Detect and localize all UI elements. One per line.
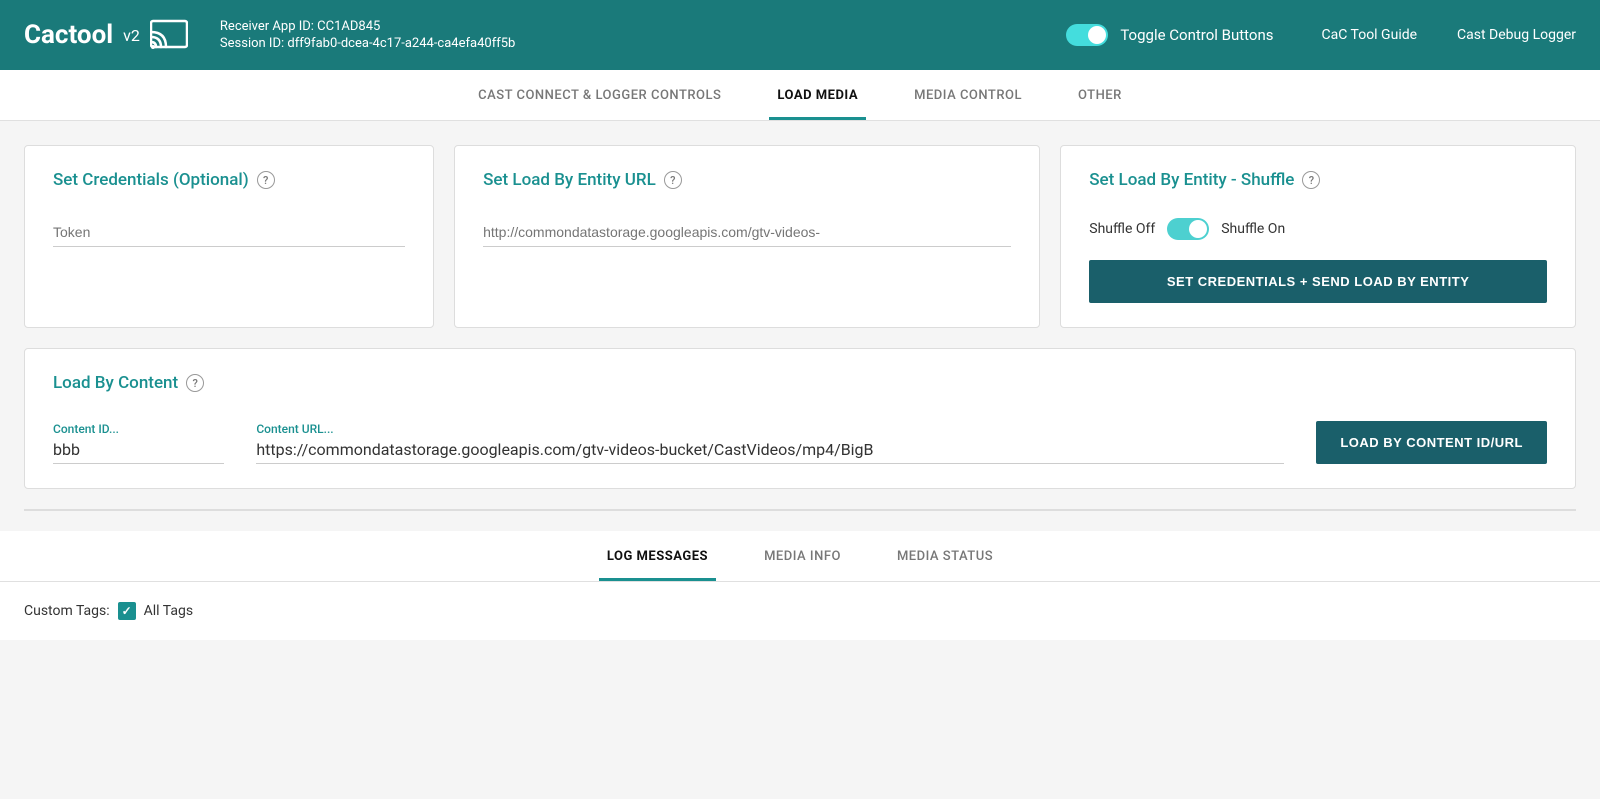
content-url-group: Content URL... https://commondatastorage… (256, 422, 1284, 464)
section-divider (24, 509, 1576, 511)
cast-icon (150, 19, 188, 51)
main-tabs: CAST CONNECT & LOGGER CONTROLS LOAD MEDI… (0, 70, 1600, 121)
cast-debug-logger-link[interactable]: Cast Debug Logger (1457, 27, 1576, 43)
custom-tags-label: Custom Tags: (24, 603, 110, 619)
load-content-help-icon[interactable]: ? (186, 374, 204, 392)
shuffle-on-label: Shuffle On (1221, 221, 1285, 237)
tab-media-control[interactable]: MEDIA CONTROL (906, 70, 1030, 120)
main-content: Set Credentials (Optional) ? Set Load By… (0, 121, 1600, 664)
credentials-title: Set Credentials (Optional) ? (53, 170, 405, 190)
toggle-control-buttons[interactable] (1066, 24, 1108, 46)
tab-cast-connect[interactable]: CAST CONNECT & LOGGER CONTROLS (470, 70, 729, 120)
shuffle-help-icon[interactable]: ? (1302, 171, 1320, 189)
load-content-title: Load By Content ? (53, 373, 1547, 393)
shuffle-title: Set Load By Entity - Shuffle ? (1089, 170, 1547, 190)
card-credentials: Set Credentials (Optional) ? (24, 145, 434, 328)
card-shuffle: Set Load By Entity - Shuffle ? Shuffle O… (1060, 145, 1576, 328)
all-tags-label: All Tags (144, 603, 193, 619)
toggle-area: Toggle Control Buttons (1066, 24, 1273, 46)
tab-log-messages[interactable]: LOG MESSAGES (599, 531, 716, 581)
header-info: Receiver App ID: CC1AD845 Session ID: df… (220, 19, 1066, 51)
token-input[interactable] (53, 218, 405, 247)
cac-tool-guide-link[interactable]: CaC Tool Guide (1322, 27, 1418, 43)
content-url-label: Content URL... (256, 422, 1284, 436)
header-nav: CaC Tool Guide Cast Debug Logger (1322, 27, 1577, 43)
entity-url-help-icon[interactable]: ? (664, 171, 682, 189)
tab-load-media[interactable]: LOAD MEDIA (769, 70, 866, 120)
app-header: Cactool v2 Receiver App ID: CC1AD845 Ses… (0, 0, 1600, 70)
load-content-fields: Content ID... bbb Content URL... https:/… (53, 421, 1547, 464)
entity-url-input[interactable] (483, 218, 1011, 247)
session-id: Session ID: dff9fab0-dcea-4c17-a244-ca4e… (220, 36, 1066, 51)
load-by-content-button[interactable]: LOAD BY CONTENT ID/URL (1316, 421, 1547, 464)
card-load-content: Load By Content ? Content ID... bbb Cont… (24, 348, 1576, 489)
logo-version: v2 (123, 26, 140, 45)
tab-other[interactable]: OTHER (1070, 70, 1130, 120)
entity-url-title: Set Load By Entity URL ? (483, 170, 1011, 190)
shuffle-toggle[interactable] (1167, 218, 1209, 240)
bottom-tabs: LOG MESSAGES MEDIA INFO MEDIA STATUS (0, 531, 1600, 582)
shuffle-toggle-row: Shuffle Off Shuffle On (1089, 218, 1547, 240)
toggle-label: Toggle Control Buttons (1120, 26, 1273, 44)
custom-tags-row: Custom Tags: All Tags (24, 602, 1576, 620)
all-tags-checkbox[interactable] (118, 602, 136, 620)
shuffle-off-label: Shuffle Off (1089, 221, 1155, 237)
content-url-value[interactable]: https://commondatastorage.googleapis.com… (256, 440, 1284, 464)
logo-text: Cactool (24, 20, 113, 50)
tab-media-status[interactable]: MEDIA STATUS (889, 531, 1001, 581)
tab-media-info[interactable]: MEDIA INFO (756, 531, 849, 581)
logo-area: Cactool v2 (24, 19, 188, 51)
receiver-app-id: Receiver App ID: CC1AD845 (220, 19, 1066, 34)
set-credentials-send-load-button[interactable]: SET CREDENTIALS + SEND LOAD BY ENTITY (1089, 260, 1547, 303)
content-id-group: Content ID... bbb (53, 422, 224, 464)
cards-row: Set Credentials (Optional) ? Set Load By… (24, 145, 1576, 328)
content-id-value[interactable]: bbb (53, 440, 224, 464)
content-id-label: Content ID... (53, 422, 224, 436)
credentials-help-icon[interactable]: ? (257, 171, 275, 189)
card-entity-url: Set Load By Entity URL ? (454, 145, 1040, 328)
bottom-content: Custom Tags: All Tags (0, 582, 1600, 640)
